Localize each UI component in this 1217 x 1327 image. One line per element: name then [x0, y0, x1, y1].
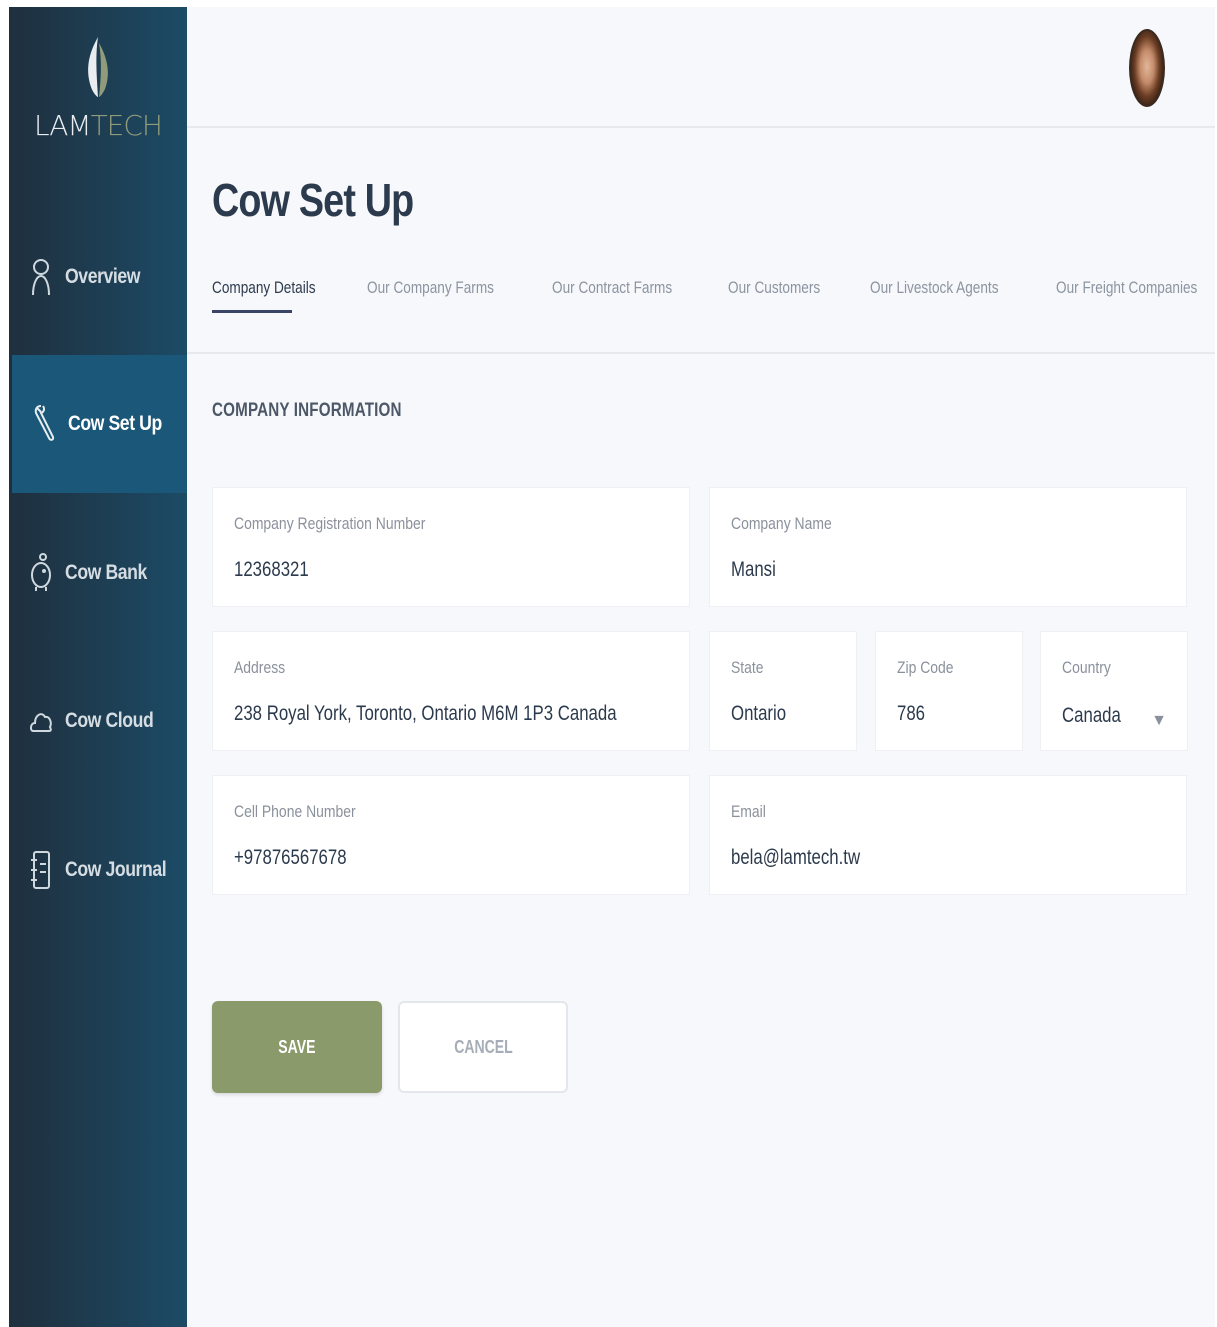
- field-value: 12368321: [234, 558, 309, 581]
- page-title: Cow Set Up: [212, 174, 414, 226]
- tab-our-livestock-agents[interactable]: Our Livestock Agents: [870, 275, 1031, 315]
- field-label: Company Name: [731, 514, 832, 533]
- registration-number-field[interactable]: Company Registration Number 12368321: [212, 487, 690, 607]
- field-label: Cell Phone Number: [234, 802, 356, 821]
- section-title: COMPANY INFORMATION: [212, 400, 402, 421]
- sidebar-item-label: Cow Cloud: [65, 709, 154, 732]
- field-value: Ontario: [731, 702, 787, 725]
- field-value: Mansi: [731, 558, 776, 581]
- sidebar-item-label: Cow Bank: [65, 561, 147, 584]
- country-select[interactable]: Country Canada ▼: [1040, 631, 1188, 751]
- field-label: Email: [731, 802, 766, 821]
- top-bar: [187, 7, 1215, 128]
- field-value: bela@lamtech.tw: [731, 846, 861, 869]
- chevron-down-icon[interactable]: ▼: [1151, 712, 1167, 730]
- company-name-field[interactable]: Company Name Mansi: [709, 487, 1187, 607]
- field-value: 238 Royal York, Toronto, Ontario M6M 1P3…: [234, 702, 617, 725]
- logo-text-tech: TECH: [90, 109, 163, 142]
- sidebar-item-label: Cow Journal: [65, 858, 167, 881]
- save-button[interactable]: SAVE: [212, 1001, 382, 1093]
- tab-label: Our Customers: [728, 278, 821, 297]
- tab-our-company-farms[interactable]: Our Company Farms: [367, 275, 526, 315]
- state-field[interactable]: State Ontario: [709, 631, 857, 751]
- sidebar-item-cow-bank[interactable]: Cow Bank: [9, 504, 187, 642]
- logo-wordmark: LAMTECH: [9, 109, 187, 142]
- tab-label: Our Company Farms: [367, 278, 495, 297]
- field-label: Company Registration Number: [234, 514, 426, 533]
- field-label: State: [731, 658, 764, 677]
- logo[interactable]: LAMTECH: [9, 35, 187, 142]
- tab-our-freight-companies[interactable]: Our Freight Companies: [1056, 275, 1215, 315]
- field-label: Country: [1062, 658, 1111, 677]
- field-label: Address: [234, 658, 286, 677]
- sidebar-item-cow-cloud[interactable]: Cow Cloud: [9, 652, 187, 790]
- app-frame: LAMTECH Overview Cow Set Up Cow Bank Cow…: [9, 7, 1215, 1327]
- logo-text-lam: LAM: [34, 109, 92, 142]
- field-value: +97876567678: [234, 846, 347, 869]
- tab-our-customers[interactable]: Our Customers: [728, 275, 843, 315]
- field-value: Canada: [1062, 704, 1121, 727]
- sidebar-item-label: Overview: [65, 265, 141, 288]
- sidebar-item-cow-journal[interactable]: Cow Journal: [9, 801, 187, 939]
- sidebar-item-overview[interactable]: Overview: [9, 208, 187, 346]
- cell-phone-field[interactable]: Cell Phone Number +97876567678: [212, 775, 690, 895]
- address-field[interactable]: Address 238 Royal York, Toronto, Ontario…: [212, 631, 690, 751]
- tab-label: Our Livestock Agents: [869, 278, 999, 297]
- tab-company-details[interactable]: Company Details: [212, 275, 341, 315]
- field-value: 786: [897, 702, 926, 725]
- tab-label: Company Details: [212, 278, 316, 297]
- person-icon: [29, 259, 53, 296]
- cancel-button-label: CANCEL: [453, 1036, 513, 1057]
- zip-code-field[interactable]: Zip Code 786: [875, 631, 1023, 751]
- save-button-label: SAVE: [278, 1036, 316, 1057]
- sidebar: LAMTECH Overview Cow Set Up Cow Bank Cow…: [9, 7, 187, 1327]
- tab-our-contract-farms[interactable]: Our Contract Farms: [552, 275, 702, 315]
- piggy-bank-icon: [29, 553, 53, 591]
- sidebar-item-label: Cow Set Up: [68, 412, 162, 435]
- leaf-logo-icon: [88, 37, 108, 97]
- email-field[interactable]: Email bela@lamtech.tw: [709, 775, 1187, 895]
- sidebar-item-cow-set-up[interactable]: Cow Set Up: [12, 355, 187, 493]
- tabs-divider: [187, 352, 1215, 354]
- journal-icon: [29, 851, 53, 889]
- tab-label: Our Contract Farms: [552, 278, 673, 297]
- tab-label: Our Freight Companies: [1056, 278, 1198, 297]
- user-avatar[interactable]: [1129, 29, 1165, 107]
- cloud-icon: [29, 707, 53, 735]
- field-label: Zip Code: [897, 658, 954, 677]
- wrench-icon: [32, 405, 56, 441]
- cancel-button[interactable]: CANCEL: [398, 1001, 568, 1093]
- tab-bar: Company Details Our Company Farms Our Co…: [212, 275, 1215, 315]
